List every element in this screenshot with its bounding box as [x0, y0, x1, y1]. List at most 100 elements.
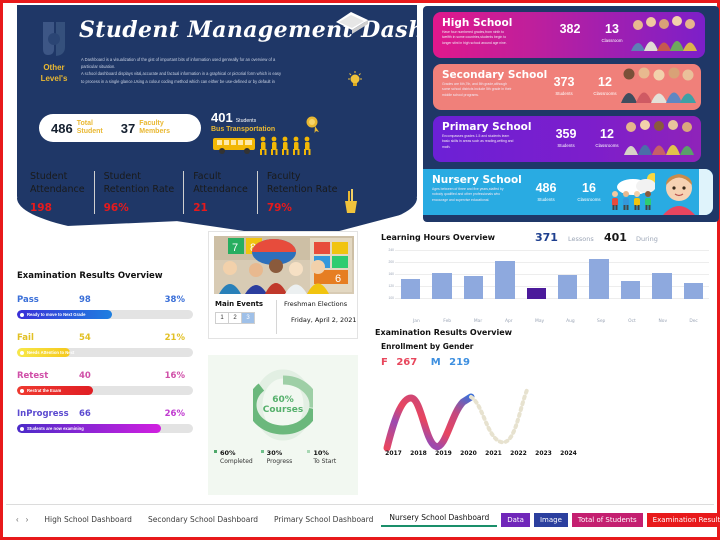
main-events-label: Main Events: [215, 300, 264, 308]
tab-nursery-school-dashboard[interactable]: Nursery School Dashboard: [381, 513, 498, 527]
tab-high-school-dashboard[interactable]: High School Dashboard: [36, 515, 140, 524]
exam-row-fail-count: 54: [79, 333, 91, 343]
bar-col-aug[interactable]: [552, 249, 583, 299]
learning-hours-yaxis: 240 200 160 120 100: [381, 248, 395, 300]
exam-row-retest-name: Retest: [17, 371, 49, 381]
school-card-primary[interactable]: Primary School Encompasses grades 1-5 an…: [433, 116, 701, 162]
school-card-secondary-name: Secondary School: [442, 69, 548, 81]
students-photo-secondary: [619, 64, 697, 110]
bar-dot-icon: [20, 350, 24, 355]
bar-col-may[interactable]: [521, 249, 552, 299]
enrollment-gender-legend: F 267 M 219: [381, 357, 715, 368]
exam-row-retest-percent: 16%: [164, 371, 185, 381]
stat-student-retention-rate: Student Retention Rate 96%: [95, 171, 185, 214]
chip-data[interactable]: Data: [501, 512, 530, 527]
bar-col-nov[interactable]: [646, 249, 677, 299]
desc-l3: longer stint in high school around age n…: [442, 40, 507, 45]
desc-line-1: A Dashboard is a visualization of the gi…: [81, 57, 276, 62]
child-portrait-photo: [655, 169, 713, 215]
tab-secondary-school-dashboard[interactable]: Secondary School Dashboard: [140, 515, 266, 524]
bus-value: 401: [211, 110, 233, 125]
ytick-3: 120: [388, 284, 394, 288]
kpi-faculty-members-value: 37: [120, 120, 136, 136]
main-events-pager[interactable]: 1 2 3: [215, 312, 276, 324]
stat-student-attendance: Student Attendance 198: [21, 171, 95, 214]
legend-pct: 60%: [220, 449, 236, 457]
school-card-high-desc: Have four numbered grades,from ninth to …: [442, 30, 530, 46]
pager-page-2[interactable]: 2: [228, 312, 242, 324]
bar-col-apr[interactable]: [489, 249, 520, 299]
value: 13: [605, 22, 619, 36]
kpi-total-student-label-1: Total: [76, 120, 93, 127]
kpi-total-student: 486 Total Student: [39, 120, 103, 136]
xtick-aug: Aug: [566, 319, 575, 324]
students-photo-high: [629, 12, 701, 58]
sheet-nav-arrows[interactable]: ‹ ›: [8, 515, 36, 524]
school-cards-panel: High School Have four numbered grades,fr…: [423, 6, 719, 222]
enrollment-title: Examination Results Overview: [375, 328, 513, 337]
enrollment-line-chart: [379, 380, 579, 460]
value: 96%: [103, 202, 129, 214]
value: 359: [555, 127, 577, 141]
exam-row-inprogress-percent: 26%: [164, 409, 185, 419]
kpi-faculty-members-label-2: Members: [139, 128, 170, 135]
bar-col-jan[interactable]: [395, 249, 426, 299]
nav-prev-icon[interactable]: ‹: [16, 515, 19, 524]
bar-col-feb[interactable]: [426, 249, 457, 299]
kpi-total-student-value: 486: [51, 120, 73, 136]
learning-hours-metric1-label: Lessons: [568, 235, 594, 243]
chip-examination-result-overview[interactable]: Examination Result Overview: [646, 512, 720, 527]
exam-row-inprogress-count: 66: [79, 409, 91, 419]
enrollment-panel: Examination Results Overview Enrollment …: [375, 328, 715, 498]
exam-row-pass-count: 98: [79, 295, 91, 305]
pager-page-3[interactable]: 3: [241, 312, 255, 324]
year-2020: 2020: [460, 450, 477, 457]
desc-l3: middle school programs.: [442, 92, 479, 97]
chip-image[interactable]: Image: [533, 512, 568, 527]
school-bus-icon: [211, 134, 341, 161]
bar-col-dec[interactable]: [678, 249, 709, 299]
legend-swatch-icon: [307, 450, 311, 453]
learning-hours-metric2-value: 401: [604, 231, 627, 244]
pager-page-1[interactable]: 1: [215, 312, 229, 324]
school-card-nursery[interactable]: Nursery School Ages between of three and…: [423, 169, 713, 215]
legend-name: To Start: [313, 458, 337, 465]
kpi-faculty-members-label-1: Faculty: [139, 120, 164, 127]
bar-col-mar[interactable]: [458, 249, 489, 299]
desc-l3: encourage and supervise educational.: [432, 197, 490, 202]
school-card-high-classrooms: 13 Classroom: [593, 22, 631, 43]
book-icon: [335, 11, 369, 46]
legend-name: Completed: [220, 458, 253, 465]
summary-stats-row: Student Attendance 198 Student Retention…: [21, 171, 346, 214]
tab-primary-school-dashboard[interactable]: Primary School Dashboard: [266, 515, 381, 524]
school-card-primary-desc: Encompasses grades 1-5 and students lear…: [442, 134, 530, 150]
xtick-dec: Dec: [689, 319, 698, 324]
bar-dot-icon: [20, 312, 24, 317]
examination-results-panel: Examination Results Overview Pass 98 38%…: [17, 271, 193, 447]
bar-col-oct[interactable]: [615, 249, 646, 299]
svg-text:7: 7: [232, 242, 238, 254]
header-kpi-pill: 486 Total Student 37 Faculty Members: [39, 114, 201, 142]
exam-row-retest-count: 40: [79, 371, 91, 381]
school-card-high[interactable]: High School Have four numbered grades,fr…: [433, 12, 705, 58]
bar-col-sep[interactable]: [583, 249, 614, 299]
logo-text-line1: Other: [43, 63, 65, 72]
exam-row-pass-track: Ready to move to Next Grade: [17, 310, 193, 319]
learning-hours-xaxis: Jan Feb Mar Apr May Aug Sep Oct Nov Dec: [401, 319, 709, 324]
header-description: A Dashboard is a visualization of the gi…: [81, 56, 326, 85]
exam-row-pass-name: Pass: [17, 295, 39, 305]
title-line1: Faculty: [266, 171, 301, 182]
logo-text-line2: Level's: [40, 74, 68, 83]
male-label: M: [430, 357, 441, 368]
enrollment-subtitle: Enrollment by Gender: [381, 342, 474, 351]
ytick-1: 200: [388, 260, 394, 264]
school-card-secondary[interactable]: Secondary School Grades are 6th,7th, and…: [433, 64, 701, 110]
nav-next-icon[interactable]: ›: [26, 515, 29, 524]
main-events-pager-block: Main Events 1 2 3: [215, 300, 277, 334]
chip-total-of-students[interactable]: Total of Students: [571, 512, 643, 527]
school-card-primary-students: 359 Students: [547, 127, 585, 148]
xtick-feb: Feb: [443, 319, 452, 324]
exam-row-fail-caption: Needs Attention to Next: [27, 350, 75, 355]
year-2021: 2021: [485, 450, 502, 457]
value: 486: [535, 181, 557, 195]
